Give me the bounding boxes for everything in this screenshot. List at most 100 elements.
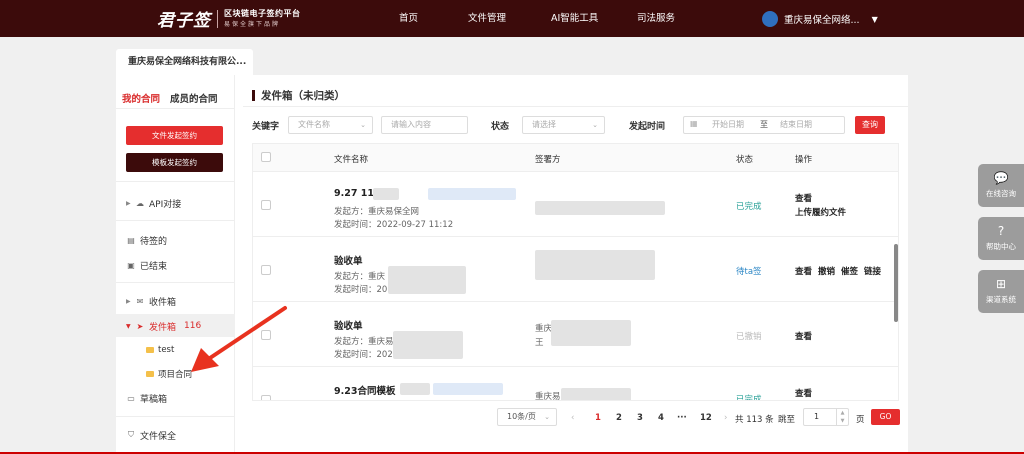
date-range-picker[interactable]: ▦ 开始日期 至 结束日期 bbox=[683, 116, 845, 134]
shield-icon: ⛉ bbox=[128, 430, 134, 439]
page-unit: 页 bbox=[856, 415, 865, 425]
col-signer: 签署方 bbox=[535, 155, 561, 165]
caret-right-icon: ▶ bbox=[126, 199, 131, 207]
status-select[interactable]: 请选择 ⌄ bbox=[522, 116, 605, 134]
table-scrollbar[interactable] bbox=[894, 244, 898, 322]
avatar bbox=[762, 11, 778, 27]
row-op-revoke[interactable]: 撤销 bbox=[818, 267, 835, 277]
date-start-placeholder: 开始日期 bbox=[712, 120, 744, 129]
tab-member-contracts[interactable]: 成员的合同 bbox=[170, 94, 218, 105]
page-12[interactable]: 12 bbox=[700, 413, 712, 423]
user-name: 重庆易保全网络... bbox=[784, 15, 860, 26]
company-tab[interactable]: 重庆易保全网络科技有限公... bbox=[116, 49, 253, 75]
table-header: 文件名称 签署方 状态 操作 bbox=[253, 144, 898, 172]
sidebar-item-pending[interactable]: ▤ 待签的 bbox=[126, 233, 167, 247]
row-checkbox[interactable] bbox=[261, 200, 271, 210]
nav-judicial-service[interactable]: 司法服务 bbox=[637, 0, 675, 37]
page-size-select[interactable]: 10条/页 ⌄ bbox=[497, 408, 557, 426]
sidebar-item-label: 已结束 bbox=[140, 261, 168, 272]
divider bbox=[116, 416, 235, 417]
page-title: 发件箱（未归类） bbox=[252, 88, 345, 103]
page-1[interactable]: 1 bbox=[595, 413, 601, 423]
row-signer-a: 重庆 bbox=[535, 324, 553, 334]
document-check-icon: ▣ bbox=[127, 260, 135, 270]
redacted-block bbox=[535, 201, 665, 215]
redacted-block bbox=[388, 266, 466, 294]
online-consult-button[interactable]: 💬 在线咨询 bbox=[978, 164, 1024, 207]
page-4[interactable]: 4 bbox=[658, 413, 664, 423]
row-title[interactable]: 9.27 11 bbox=[334, 188, 374, 199]
row-title[interactable]: 验收单 bbox=[334, 318, 363, 332]
page-stepper[interactable]: ▲ ▼ bbox=[836, 409, 848, 425]
row-op-link[interactable]: 链接 bbox=[864, 267, 881, 277]
table-row: 9.23合同模板 重庆易 已完成 查看 bbox=[253, 368, 898, 401]
status-label: 状态 bbox=[491, 122, 510, 132]
row-checkbox[interactable] bbox=[261, 265, 271, 275]
redacted-block bbox=[428, 188, 516, 200]
redacted-block bbox=[373, 188, 399, 200]
redacted-block bbox=[561, 388, 631, 400]
logo-line1: 区块链电子签约平台 bbox=[224, 8, 301, 18]
folder-item-test[interactable]: test bbox=[146, 343, 174, 357]
float-label: 渠道系统 bbox=[986, 295, 1016, 304]
table-row: 验收单 发起方：重庆 发起时间：2022- 待ta签 查看 撤销 催签 链接 bbox=[253, 238, 898, 302]
tab-my-contracts[interactable]: 我的合同 bbox=[122, 94, 160, 105]
keyword-input[interactable]: 请输入内容 bbox=[381, 116, 468, 134]
redacted-block bbox=[393, 331, 463, 359]
keyword-label: 关键字 bbox=[252, 122, 280, 132]
logo-mark: 君子签 bbox=[157, 11, 211, 31]
divider bbox=[116, 108, 235, 109]
annotation-arrow-icon bbox=[191, 306, 287, 372]
sidebar-item-label: 收件箱 bbox=[149, 297, 177, 308]
next-page-button[interactable]: › bbox=[724, 413, 727, 423]
user-menu[interactable]: 重庆易保全网络... ▼ bbox=[762, 10, 878, 28]
row-op-view[interactable]: 查看 bbox=[795, 267, 812, 277]
row-checkbox[interactable] bbox=[261, 395, 271, 400]
template-sign-button[interactable]: 模板发起签约 bbox=[126, 153, 223, 172]
logo[interactable]: 君子签 区块链电子签约平台 易保全旗下品牌 bbox=[157, 6, 301, 32]
sidebar-item-file-preserve[interactable]: ⛉ 文件保全 bbox=[126, 428, 176, 442]
channel-system-button[interactable]: ⊞ 渠道系统 bbox=[978, 270, 1024, 313]
logo-divider bbox=[217, 9, 218, 28]
row-op-view[interactable]: 查看 bbox=[795, 387, 812, 399]
row-op-view[interactable]: 查看 bbox=[795, 330, 812, 342]
nav-ai-tools[interactable]: AI智能工具 bbox=[551, 0, 598, 37]
search-button[interactable]: 查询 bbox=[855, 116, 885, 134]
logo-text: 区块链电子签约平台 易保全旗下品牌 bbox=[224, 8, 301, 30]
folder-icon bbox=[146, 371, 154, 377]
sidebar-item-label: 草稿箱 bbox=[140, 394, 168, 405]
page-2[interactable]: 2 bbox=[616, 413, 622, 423]
row-op-view[interactable]: 查看 bbox=[795, 192, 812, 204]
help-center-button[interactable]: ? 帮助中心 bbox=[978, 217, 1024, 260]
prev-page-button[interactable]: ‹ bbox=[571, 413, 574, 423]
nav-home[interactable]: 首页 bbox=[399, 0, 418, 37]
logo-line2: 易保全旗下品牌 bbox=[224, 20, 281, 28]
sidebar-item-label: 文件保全 bbox=[140, 431, 177, 442]
date-end-placeholder: 结束日期 bbox=[780, 120, 812, 129]
date-label: 发起时间 bbox=[629, 122, 666, 132]
jump-page-input[interactable]: 1 ▲ ▼ bbox=[803, 408, 849, 426]
date-to-label: 至 bbox=[760, 120, 768, 129]
send-icon: ➤ bbox=[136, 321, 144, 331]
row-title[interactable]: 9.23合同模板 bbox=[334, 383, 395, 397]
row-title[interactable]: 验收单 bbox=[334, 253, 363, 267]
keyword-type-select[interactable]: 文件名称 ⌄ bbox=[288, 116, 373, 134]
select-all-checkbox[interactable] bbox=[261, 152, 271, 162]
row-sender: 发起方：重庆 bbox=[334, 272, 386, 282]
sidebar-item-inbox[interactable]: ▶ ✉ 收件箱 bbox=[126, 294, 176, 308]
sidebar-item-drafts[interactable]: ▭ 草稿箱 bbox=[126, 391, 167, 405]
page-3[interactable]: 3 bbox=[637, 413, 643, 423]
table-row: 验收单 发起方：重庆易 发起时间：2022- 重庆 王 已撤销 查看 bbox=[253, 303, 898, 367]
jump-label: 跳至 bbox=[778, 415, 796, 425]
sidebar-item-api[interactable]: ▶ ☁ API对接 bbox=[126, 196, 181, 210]
col-file-name: 文件名称 bbox=[334, 155, 369, 165]
row-op-upload[interactable]: 上传履约文件 bbox=[795, 206, 846, 218]
status-badge: 已完成 bbox=[736, 395, 762, 401]
go-button[interactable]: GO bbox=[871, 409, 900, 425]
sidebar: 我的合同 成员的合同 文件发起签约 模板发起签约 ▶ ☁ API对接 ▤ 待签的 … bbox=[116, 75, 235, 454]
row-op-remind[interactable]: 催签 bbox=[841, 267, 858, 277]
nav-file-management[interactable]: 文件管理 bbox=[468, 0, 506, 37]
page-ellipsis[interactable]: ··· bbox=[677, 413, 687, 423]
sidebar-item-finished[interactable]: ▣ 已结束 bbox=[126, 258, 167, 272]
file-sign-button[interactable]: 文件发起签约 bbox=[126, 126, 223, 145]
